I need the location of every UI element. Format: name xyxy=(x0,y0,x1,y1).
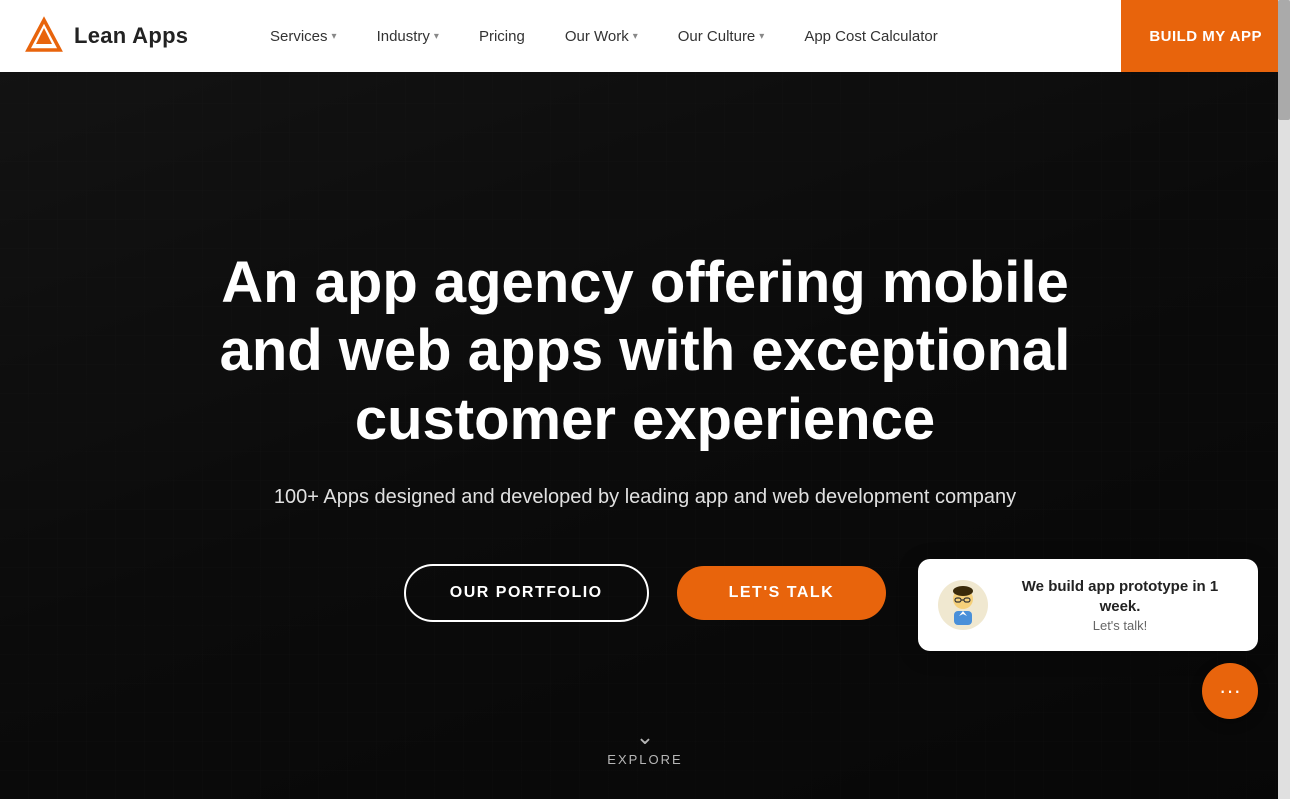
nav-label-pricing: Pricing xyxy=(479,28,525,45)
nav-item-services[interactable]: Services ▾ xyxy=(250,0,357,72)
nav-item-industry[interactable]: Industry ▾ xyxy=(357,0,459,72)
chat-dots-icon: ··· xyxy=(1219,678,1241,704)
chat-widget: We build app prototype in 1 week. Let's … xyxy=(918,559,1258,719)
scrollbar[interactable] xyxy=(1278,0,1290,799)
nav-label-our-work: Our Work xyxy=(565,28,629,45)
lets-talk-button[interactable]: LET'S TALK xyxy=(677,566,887,620)
nav-item-app-cost[interactable]: App Cost Calculator xyxy=(784,0,957,72)
hero-content: An app agency offering mobile and web ap… xyxy=(155,177,1135,622)
chat-bubble: We build app prototype in 1 week. Let's … xyxy=(918,559,1258,651)
nav-item-our-work[interactable]: Our Work ▾ xyxy=(545,0,658,72)
nav-label-app-cost: App Cost Calculator xyxy=(804,28,937,45)
nav-cta-wrapper: BUILD MY APP xyxy=(1121,0,1290,72)
chat-fab-button[interactable]: ··· xyxy=(1202,663,1258,719)
chat-main-text: We build app prototype in 1 week. xyxy=(1002,577,1238,616)
avatar-illustration xyxy=(941,583,985,627)
chevron-down-icon: ▾ xyxy=(332,31,337,42)
scrollbar-thumb[interactable] xyxy=(1278,0,1290,120)
chevron-down-icon: ▾ xyxy=(434,31,439,42)
logo-text: Lean Apps xyxy=(74,23,188,49)
nav-item-our-culture[interactable]: Our Culture ▾ xyxy=(658,0,785,72)
build-my-app-button[interactable]: BUILD MY APP xyxy=(1121,0,1290,72)
chat-sub-text: Let's talk! xyxy=(1002,618,1238,633)
chat-text-block: We build app prototype in 1 week. Let's … xyxy=(1002,577,1238,633)
explore-section[interactable]: ⌄ EXPLORE xyxy=(607,726,682,767)
portfolio-button[interactable]: OUR PORTFOLIO xyxy=(404,564,649,622)
logo-link[interactable]: Lean Apps xyxy=(0,16,250,56)
logo-icon xyxy=(24,16,64,56)
hero-subtitle: 100+ Apps designed and developed by lead… xyxy=(195,482,1095,512)
navbar: Lean Apps Services ▾ Industry ▾ Pricing … xyxy=(0,0,1290,72)
nav-item-pricing[interactable]: Pricing xyxy=(459,0,545,72)
nav-label-our-culture: Our Culture xyxy=(678,28,756,45)
chevron-down-icon: ▾ xyxy=(759,31,764,42)
hero-title: An app agency offering mobile and web ap… xyxy=(195,249,1095,454)
chevron-down-icon: ⌄ xyxy=(636,726,654,748)
explore-label: EXPLORE xyxy=(607,752,682,767)
hero-section: An app agency offering mobile and web ap… xyxy=(0,0,1290,799)
nav-label-services: Services xyxy=(270,28,328,45)
chat-avatar xyxy=(938,580,988,630)
nav-links: Services ▾ Industry ▾ Pricing Our Work ▾… xyxy=(250,0,1121,72)
nav-label-industry: Industry xyxy=(377,28,430,45)
chevron-down-icon: ▾ xyxy=(633,31,638,42)
